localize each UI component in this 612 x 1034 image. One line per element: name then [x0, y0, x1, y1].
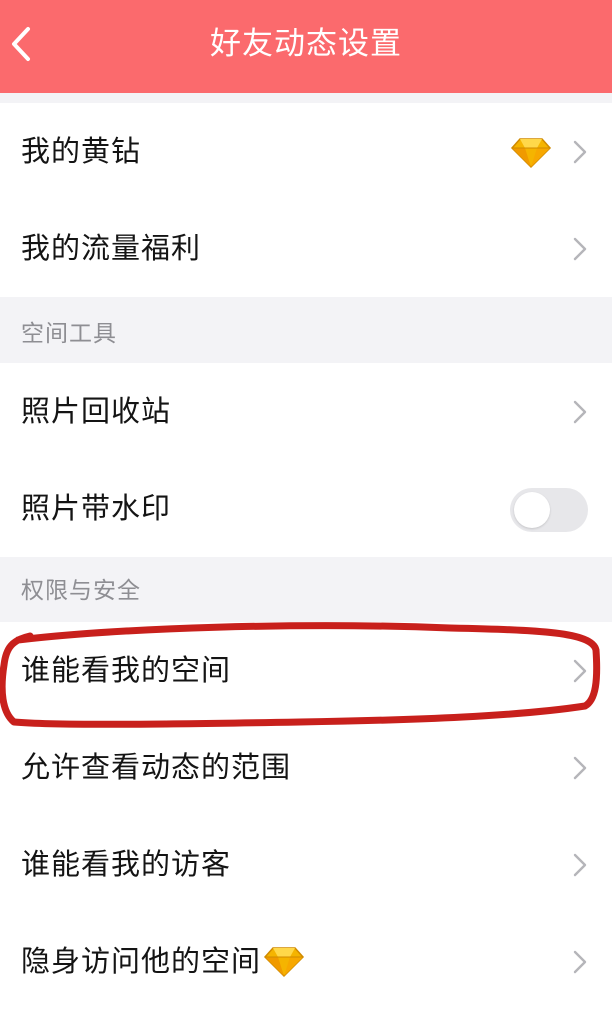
row-invisible-visit[interactable]: 隐身访问他的空间	[0, 913, 612, 1010]
row-feed-visibility-range[interactable]: 允许查看动态的范围	[0, 719, 612, 816]
chevron-right-icon	[573, 756, 587, 780]
membership-group: 我的黄钻 我的流量福利	[0, 103, 612, 297]
page-title: 好友动态设置	[210, 26, 402, 62]
header-bar: 好友动态设置	[0, 0, 612, 93]
row-my-yellow-diamond[interactable]: 我的黄钻	[0, 103, 612, 200]
section-header-privacy: 权限与安全	[0, 560, 612, 622]
section-header-tools: 空间工具	[0, 303, 612, 365]
row-who-can-see-my-visitors[interactable]: 谁能看我的访客	[0, 816, 612, 913]
row-who-can-see-my-space[interactable]: 谁能看我的空间	[0, 622, 612, 719]
section-title: 空间工具	[21, 321, 117, 347]
watermark-toggle[interactable]	[510, 488, 588, 532]
row-label: 允许查看动态的范围	[21, 750, 292, 784]
row-label: 照片带水印	[21, 491, 172, 525]
chevron-right-icon	[573, 950, 587, 974]
privacy-group: 谁能看我的空间 允许查看动态的范围 谁能看我的访客 隐身访问他的空间	[0, 622, 612, 1034]
row-photo-recycle-bin[interactable]: 照片回收站	[0, 363, 612, 460]
yellow-diamond-icon	[510, 138, 552, 169]
chevron-right-icon	[573, 237, 587, 261]
row-photo-watermark: 照片带水印	[0, 460, 612, 557]
row-label: 我的黄钻	[21, 134, 142, 168]
section-title: 权限与安全	[21, 578, 141, 604]
row-label: 隐身访问他的空间	[21, 944, 262, 978]
chevron-right-icon	[573, 659, 587, 683]
tools-group: 照片回收站 照片带水印	[0, 363, 612, 557]
row-label: 谁能看我的空间	[21, 653, 232, 687]
row-traffic-benefits[interactable]: 我的流量福利	[0, 200, 612, 297]
chevron-right-icon	[573, 400, 587, 424]
yellow-diamond-icon	[263, 947, 305, 978]
row-label: 我的流量福利	[21, 231, 202, 265]
row-label: 照片回收站	[21, 394, 172, 428]
row-label: 谁能看我的访客	[21, 847, 232, 881]
chevron-right-icon	[573, 140, 587, 164]
chevron-right-icon	[573, 853, 587, 877]
toggle-knob	[514, 492, 550, 528]
